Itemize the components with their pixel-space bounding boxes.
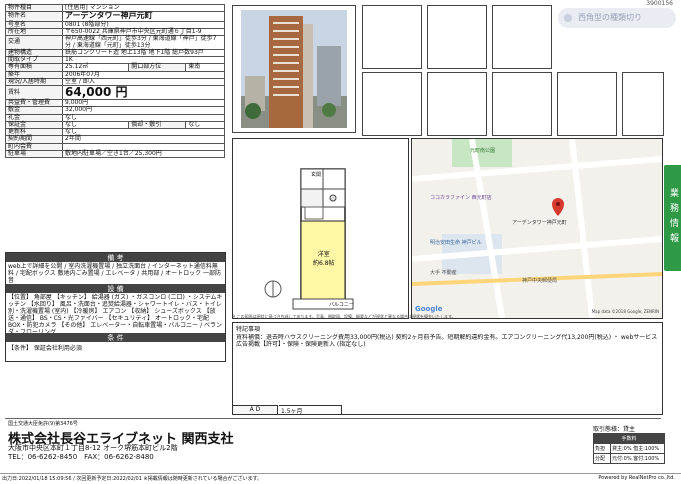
ad-label: A D bbox=[233, 405, 278, 414]
property-row: 駐車場 敷地内駐車場／空き1台／25,300円 bbox=[5, 150, 225, 159]
property-label: 物件種目 bbox=[5, 3, 63, 13]
remarks-heading: 備 考 bbox=[6, 253, 225, 262]
property-label: 敷金 bbox=[5, 106, 63, 115]
notification-icon bbox=[564, 14, 572, 22]
property-label: 交通 bbox=[5, 35, 63, 50]
property-row: 共益費・管理費 9,000円 bbox=[5, 98, 225, 108]
document-id: 3900156 bbox=[646, 0, 673, 7]
split-label: 分配 bbox=[593, 453, 611, 464]
photo-slot-7[interactable] bbox=[557, 72, 617, 136]
notes-title: 特記事項 bbox=[236, 326, 261, 333]
property-value: 鉄筋コンクリート造 地上13階 地下1階 総戸数93戸 bbox=[62, 48, 225, 58]
property-row: 建物構造 鉄筋コンクリート造 地上13階 地下1階 総戸数93戸 bbox=[5, 48, 225, 58]
property-row: 専有面積 25.12㎡ 開口部方位 東南 bbox=[5, 63, 225, 72]
photo-slot-3[interactable] bbox=[492, 5, 552, 69]
photo-slot-6[interactable] bbox=[492, 72, 552, 136]
property-table: 物件種目 [住居用] マンション 物件名 アーデンタワー神戸元町 号室名 0801 (8階… bbox=[5, 3, 225, 159]
notification-toast[interactable]: 西角型の種類切り bbox=[558, 8, 676, 28]
map-label-realestate: 大手 不動産 bbox=[430, 270, 457, 276]
property-value: アーデンタワー神戸元町 bbox=[62, 11, 225, 22]
property-value: 敷地内駐車場／空き1台／25,300円 bbox=[62, 150, 225, 159]
photo-slot-5[interactable] bbox=[427, 72, 487, 136]
conditions-text: 【条件】 保証会社利用必須 bbox=[8, 345, 82, 352]
fee-label: 手数料 bbox=[593, 433, 665, 444]
property-value: 神戸高速線「西元町」徒歩3分 / 東海道線「神戸」徒歩7分 / 東海道線「元町」… bbox=[62, 35, 225, 50]
floorplan-room-label: 洋室 約6.8帖 bbox=[313, 251, 335, 267]
conditions-heading: 条 件 bbox=[6, 333, 225, 342]
property-value: なし bbox=[62, 128, 225, 137]
property-row: 交通 神戸高速線「西元町」徒歩3分 / 東海道線「神戸」徒歩7分 / 東海道線「元… bbox=[5, 35, 225, 50]
property-value: 2年間 bbox=[62, 135, 225, 144]
google-logo: Google bbox=[415, 305, 443, 313]
burden-value: 貸主:0% 借主:100% bbox=[610, 443, 665, 454]
equipment-heading: 設 備 bbox=[6, 284, 225, 293]
property-value: 64,000 円 bbox=[62, 85, 225, 100]
property-label: 賃料 bbox=[5, 85, 63, 100]
property-row: 敷金 32,000円 bbox=[5, 106, 225, 115]
business-info-tab[interactable]: 業務情報 bbox=[664, 165, 681, 271]
property-value-2: なし bbox=[185, 120, 225, 130]
map-panel[interactable]: 元町南公園 ココカラファイン 西元町店 アーデンタワー神戸元町 明治安田生命 神… bbox=[411, 138, 663, 319]
map-drawing bbox=[412, 139, 662, 318]
page-footer: 出力日:2022/01/18 15:09:56 / 次回更新予定日:2022/0… bbox=[0, 473, 681, 484]
photo-slot-1[interactable] bbox=[362, 5, 422, 69]
floorplan-panel[interactable]: 洋室 約6.8帖 バルコニー 玄関 bbox=[232, 138, 409, 319]
property-row: 契約期間 2年間 bbox=[5, 135, 225, 144]
photo-slot-8[interactable] bbox=[622, 72, 664, 136]
property-label: 所在地 bbox=[5, 27, 63, 37]
ad-value: 1.5ヶ月 bbox=[279, 405, 342, 415]
company-license: 国土交通大臣免許(9)第3476号 bbox=[8, 421, 78, 427]
notes-text: 賃料補償：退去時ハウスクリーニング費用33,000円(税込) 契約2ヶ月前予告。… bbox=[236, 334, 658, 348]
trade-title: 取引態様：貸主 bbox=[593, 426, 636, 433]
notes-disclaimer: ※ この図面は現状に基づき作成してあります。写真、間取図、設備、概要などが現状と… bbox=[232, 314, 456, 319]
map-label-bank: 明治安田生命 神戸ビル bbox=[430, 240, 482, 246]
property-label-2: 償却・敷引 bbox=[128, 120, 187, 130]
map-label-pharmacy: ココカラファイン 西元町店 bbox=[430, 195, 492, 201]
property-row: 物件名 アーデンタワー神戸元町 bbox=[5, 11, 225, 22]
remarks-text: web上で詳細を公開 / 室内洗濯機置場 / 独立洗面台 / インターネット通信… bbox=[8, 263, 221, 284]
property-label: 物件名 bbox=[5, 11, 63, 22]
map-label-park: 元町南公園 bbox=[470, 148, 496, 154]
footer-divider bbox=[5, 418, 661, 419]
photo-slot-2[interactable] bbox=[427, 5, 487, 69]
split-value: 元付:0% 客付:100% bbox=[610, 453, 665, 464]
notes-panel: 特記事項 賃料補償：退去時ハウスクリーニング費用33,000円(税込) 契約2ヶ… bbox=[232, 322, 663, 415]
floorplan-entrance-label: 玄関 bbox=[311, 172, 322, 178]
property-value: 32,000円 bbox=[62, 106, 225, 115]
company-phone: TEL：06-6262-8450 FAX：06-6262-8480 bbox=[8, 453, 154, 461]
property-label: 駐車場 bbox=[5, 150, 63, 159]
trade-box: 取引態様：貸主 手数料 負担 貸主:0% 借主:100% 分配 元付:0% 客付… bbox=[593, 424, 665, 464]
property-label: 現況/入居時期 bbox=[5, 78, 63, 87]
property-value-2: 東南 bbox=[185, 63, 225, 72]
floorplan-balcony-label: バルコニー bbox=[329, 302, 354, 308]
footer-powered-by: Powered by RealNetPro co.,ltd. bbox=[598, 475, 675, 481]
property-row: 更新料 なし bbox=[5, 128, 225, 137]
details-panel: 備 考 web上で詳細を公開 / 室内洗濯機置場 / 独立洗面台 / インターネ… bbox=[5, 252, 226, 362]
photo-slot-4[interactable] bbox=[362, 72, 422, 136]
property-row: 保証金 なし 償却・敷引 なし bbox=[5, 120, 225, 130]
building-photo-image bbox=[241, 10, 347, 128]
map-label-post: 神戸中央郵便局 bbox=[522, 278, 558, 284]
property-row: 賃料 64,000 円 bbox=[5, 85, 225, 100]
map-label-property: アーデンタワー神戸元町 bbox=[512, 220, 567, 226]
floorplan-drawing bbox=[264, 168, 354, 310]
equipment-text: 【位置】 角部屋 【キッチン】 給湯器 (ガス) ・ガスコンロ (二口) ・シス… bbox=[8, 294, 223, 333]
building-photo[interactable] bbox=[232, 5, 356, 133]
burden-label: 負担 bbox=[593, 443, 611, 454]
property-label-2: 開口部方位 bbox=[128, 63, 187, 72]
footer-timestamp: 出力日:2022/01/18 15:09:56 / 次回更新予定日:2022/0… bbox=[2, 476, 263, 482]
